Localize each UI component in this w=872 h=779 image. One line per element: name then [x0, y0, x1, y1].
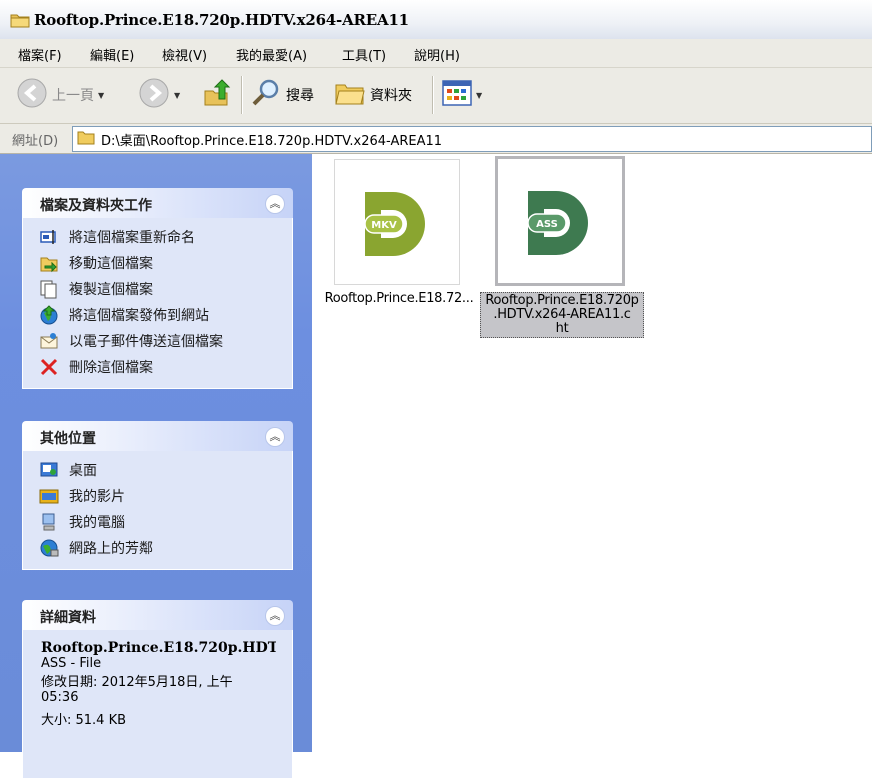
details-file-name: Rooftop.Prince.E18.720p.HDTV.x264-AREA11… — [41, 640, 276, 656]
file-thumbnail-ass[interactable]: ASS — [495, 156, 625, 286]
search-label: 搜尋 — [286, 88, 314, 104]
other-places-title: 其他位置 — [40, 431, 96, 447]
views-grid-icon — [442, 80, 472, 110]
other-places-list: 桌面 我的影片 我的電腦 網路上的芳鄰 — [22, 451, 293, 570]
title-bar: Rooftop.Prince.E18.720p.HDTV.x264-AREA11 — [0, 0, 872, 40]
place-label: 我的影片 — [69, 489, 125, 505]
menu-edit[interactable]: 編輯(E) — [90, 45, 134, 64]
publish-web-icon — [39, 305, 59, 325]
place-my-videos[interactable]: 我的影片 — [23, 483, 292, 509]
menu-file[interactable]: 檔案(F) — [18, 45, 62, 64]
up-folder-button[interactable] — [202, 78, 232, 112]
details-panel: 詳細資料 ︽ Rooftop.Prince.E18.720p.HDTV.x264… — [22, 600, 293, 779]
file-folder-tasks-title: 檔案及資料夾工作 — [40, 198, 152, 214]
folders-label: 資料夾 — [370, 88, 412, 104]
place-my-computer[interactable]: 我的電腦 — [23, 509, 292, 535]
address-input[interactable]: D:\桌面\Rooftop.Prince.E18.720p.HDTV.x264-… — [72, 126, 872, 152]
address-bar: 網址(D) D:\桌面\Rooftop.Prince.E18.720p.HDTV… — [0, 124, 872, 154]
address-path: D:\桌面\Rooftop.Prince.E18.720p.HDTV.x264-… — [101, 133, 443, 149]
back-arrow-icon — [16, 77, 48, 113]
task-email[interactable]: 以電子郵件傳送這個檔案 — [23, 328, 292, 354]
network-places-icon — [39, 538, 59, 558]
delete-icon — [39, 357, 59, 377]
back-label: 上一頁 — [52, 88, 94, 104]
file-name-mkv[interactable]: Rooftop.Prince.E18.72... — [316, 292, 482, 306]
file-thumbnail-mkv[interactable]: MKV — [334, 159, 460, 285]
task-label: 將這個檔案發佈到網站 — [69, 308, 209, 324]
task-label: 將這個檔案重新命名 — [69, 230, 195, 246]
my-computer-icon — [39, 512, 59, 532]
task-label: 複製這個檔案 — [69, 282, 153, 298]
rename-icon — [39, 227, 59, 247]
menu-help[interactable]: 說明(H) — [414, 45, 460, 64]
details-header[interactable]: 詳細資料 ︽ — [22, 600, 293, 630]
other-places-header[interactable]: 其他位置 ︽ — [22, 421, 293, 451]
details-size: 大小: 51.4 KB — [41, 713, 127, 728]
collapse-icon[interactable]: ︽ — [265, 606, 285, 626]
file-name-line: Rooftop.Prince.E18.720p — [485, 293, 639, 308]
folder-icon — [10, 12, 30, 32]
task-rename[interactable]: 將這個檔案重新命名 — [23, 224, 292, 250]
views-button[interactable]: ▼ — [442, 78, 482, 112]
file-name-line: .HDTV.x264-AREA11.c — [493, 307, 631, 322]
menu-tools[interactable]: 工具(T) — [342, 45, 386, 64]
collapse-icon[interactable]: ︽ — [265, 194, 285, 214]
back-dropdown-icon[interactable]: ▼ — [98, 91, 104, 100]
file-view: MKV Rooftop.Prince.E18.72... ASS Rooftop… — [312, 154, 872, 752]
forward-arrow-icon — [138, 77, 170, 113]
menu-view[interactable]: 檢視(V) — [162, 45, 207, 64]
place-desktop[interactable]: 桌面 — [23, 457, 292, 483]
details-title: 詳細資料 — [40, 610, 96, 626]
file-folder-tasks-header[interactable]: 檔案及資料夾工作 ︽ — [22, 188, 293, 218]
toolbar: 上一頁 ▼ ▼ 搜尋 資料夾 ▼ — [0, 68, 872, 124]
details-modified-time: 05:36 — [41, 690, 79, 705]
search-button[interactable]: 搜尋 — [250, 78, 314, 112]
address-folder-icon — [77, 130, 95, 149]
folders-button[interactable]: 資料夾 — [334, 78, 412, 112]
details-body: Rooftop.Prince.E18.720p.HDTV.x264-AREA11… — [22, 630, 293, 779]
back-button[interactable]: 上一頁 ▼ — [16, 78, 104, 112]
place-label: 我的電腦 — [69, 515, 125, 531]
task-copy[interactable]: 複製這個檔案 — [23, 276, 292, 302]
file-name-ass[interactable]: Rooftop.Prince.E18.720p .HDTV.x264-AREA1… — [480, 292, 644, 338]
file-folder-tasks-list: 將這個檔案重新命名 移動這個檔案 複製這個檔案 將這個檔案發佈到網站 以電子郵件… — [22, 218, 293, 389]
mkv-logo-icon: MKV — [364, 192, 425, 256]
views-dropdown-icon[interactable]: ▼ — [476, 91, 482, 100]
desktop-icon — [39, 460, 59, 480]
move-icon — [39, 253, 59, 273]
address-label: 網址(D) — [12, 134, 59, 149]
task-publish[interactable]: 將這個檔案發佈到網站 — [23, 302, 292, 328]
forward-dropdown-icon[interactable]: ▼ — [174, 91, 180, 100]
task-label: 以電子郵件傳送這個檔案 — [69, 334, 223, 350]
my-videos-icon — [39, 486, 59, 506]
search-icon — [250, 77, 282, 113]
email-icon — [39, 331, 59, 351]
svg-text:MKV: MKV — [371, 220, 397, 231]
ass-logo-icon: ASS — [527, 191, 588, 255]
menu-bar: 檔案(F) 編輯(E) 檢視(V) 我的最愛(A) 工具(T) 說明(H) — [0, 39, 872, 68]
task-delete[interactable]: 刪除這個檔案 — [23, 354, 292, 380]
file-name-line: ht — [555, 321, 569, 336]
up-folder-icon — [202, 77, 232, 113]
svg-text:ASS: ASS — [536, 219, 558, 230]
place-label: 桌面 — [69, 463, 97, 479]
details-file-type: ASS - File — [41, 656, 102, 671]
task-label: 刪除這個檔案 — [69, 360, 153, 376]
other-places-panel: 其他位置 ︽ 桌面 我的影片 我的電腦 網路上的芳鄰 — [22, 421, 293, 570]
task-move[interactable]: 移動這個檔案 — [23, 250, 292, 276]
folders-icon — [334, 79, 366, 111]
forward-button[interactable]: ▼ — [138, 78, 180, 112]
collapse-icon[interactable]: ︽ — [265, 427, 285, 447]
menu-favorites[interactable]: 我的最愛(A) — [236, 45, 307, 64]
copy-icon — [39, 279, 59, 299]
task-label: 移動這個檔案 — [69, 256, 153, 272]
window-title: Rooftop.Prince.E18.720p.HDTV.x264-AREA11 — [34, 11, 409, 29]
details-modified: 修改日期: 2012年5月18日, 上午 — [41, 675, 233, 690]
place-network[interactable]: 網路上的芳鄰 — [23, 535, 292, 561]
task-pane: 檔案及資料夾工作 ︽ 將這個檔案重新命名 移動這個檔案 複製這個檔案 將這個檔案… — [0, 154, 312, 779]
file-folder-tasks-panel: 檔案及資料夾工作 ︽ 將這個檔案重新命名 移動這個檔案 複製這個檔案 將這個檔案… — [22, 188, 293, 389]
place-label: 網路上的芳鄰 — [69, 541, 153, 557]
